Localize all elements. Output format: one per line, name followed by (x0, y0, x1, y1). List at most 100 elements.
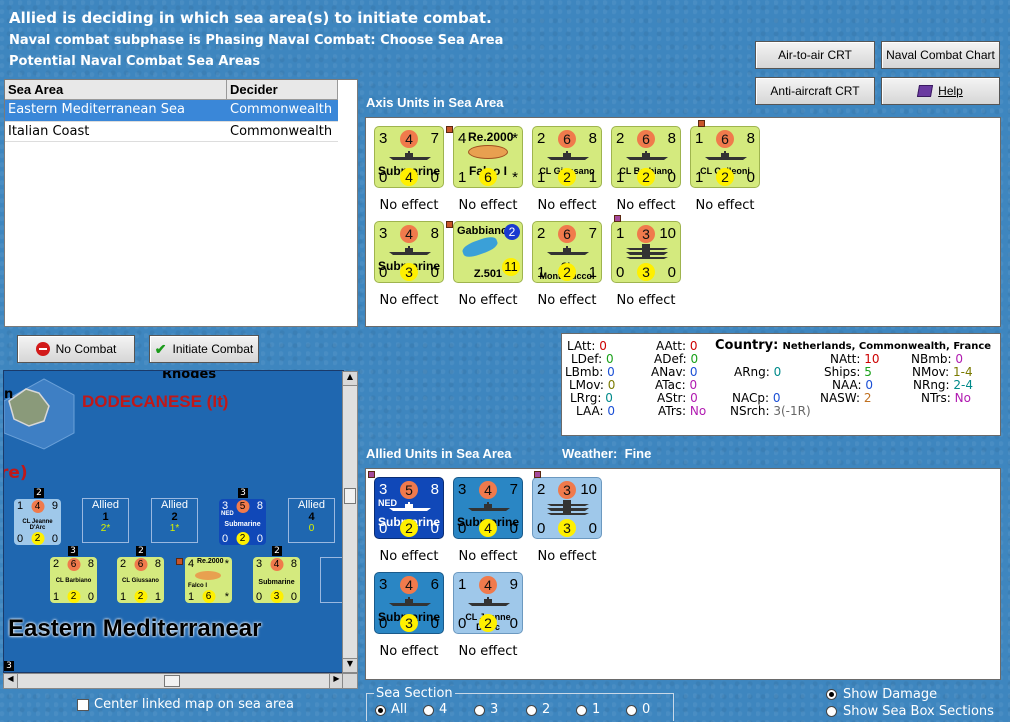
counter-stat: 1 (537, 169, 546, 186)
ship-silhouette-icon (626, 151, 668, 160)
table-row[interactable]: Italian Coast Commonwealth (5, 121, 338, 142)
axis-counter[interactable]: 268CL Giussano121 (532, 126, 602, 188)
axis-counter[interactable]: 1 3 10 0 3 0 (611, 221, 681, 283)
counter-defense-circle: 2 (400, 519, 418, 537)
allied-counter[interactable]: 149CL Jeanne D'Arc020 (453, 572, 523, 634)
allied-box-4[interactable]: Allied 4 0 (288, 498, 335, 543)
stat-lbmb: LBmb: 0 (565, 365, 615, 379)
map-counter-cl-giussano[interactable]: 268 CL Giussano 121 (117, 557, 164, 603)
counter-attack-circle: 6 (716, 130, 734, 148)
scroll-left-arrow-icon[interactable]: ◀ (4, 674, 18, 688)
allied-counter[interactable]: 346Submarine030 (374, 572, 444, 634)
combat-effect-label: No effect (458, 644, 518, 659)
center-map-label: Center linked map on sea area (94, 697, 294, 712)
counter-stat: 0 (430, 520, 439, 537)
axis-counter[interactable]: 267CL Montecuccol121 (532, 221, 602, 283)
stat-ntrs: NTrs: No (921, 391, 971, 405)
ship-silhouette-icon (468, 502, 510, 511)
axis-counter[interactable]: 347Submarine040 (374, 126, 444, 188)
no-entry-icon (35, 342, 50, 356)
counter-attack-circle: 4 (400, 225, 418, 243)
vertical-scroll-thumb[interactable] (344, 488, 356, 504)
counter-stat: 3 (379, 481, 388, 498)
unit-name: Z.501 (473, 268, 503, 280)
axis-counter[interactable]: 168CL Colleoni120 (690, 126, 760, 188)
allied-counter[interactable]: 358NEDSubmarine020 (374, 477, 444, 539)
show-damage-radio[interactable] (826, 689, 837, 700)
scroll-up-arrow-icon[interactable]: ▲ (343, 372, 357, 386)
counter-stat: 2 (537, 130, 546, 147)
show-sections-label: Show Sea Box Sections (843, 704, 994, 719)
sea-section-radio-2[interactable] (526, 705, 537, 716)
sea-section-radio-all[interactable] (375, 705, 386, 716)
axis-units-panel: 347Submarine040No effect4*Re.2000Falco I… (365, 117, 1001, 327)
naval-combat-chart-button[interactable]: Naval Combat Chart (881, 41, 1000, 69)
unit-marker (446, 126, 453, 133)
counter-stat: 0 (379, 264, 388, 281)
axis-counter[interactable]: 268CL Barbiano120 (611, 126, 681, 188)
map-counter-submarine[interactable]: 348 Submarine 030 (253, 557, 300, 603)
counter-defense-circle: 2 (558, 263, 576, 281)
air-to-air-crt-button[interactable]: Air-to-air CRT (755, 41, 875, 69)
no-combat-button[interactable]: No Combat (17, 335, 135, 363)
horizontal-scroll-thumb[interactable] (164, 675, 180, 687)
map-counter-re2000[interactable]: 4 Re.2000 * Falco I 1 6 * (185, 557, 232, 603)
fleet-silhouette-icon (547, 500, 589, 515)
table-row[interactable]: Eastern Mediterranean Sea Commonwealth (5, 100, 338, 121)
axis-counter[interactable]: 348Submarine030 (374, 221, 444, 283)
combat-effect-label: No effect (695, 198, 755, 213)
sea-section-radio-3[interactable] (474, 705, 485, 716)
scroll-down-arrow-icon[interactable]: ▼ (343, 658, 357, 672)
counter-stat: 1 (616, 225, 625, 242)
counter-defense-circle: 2 (637, 168, 655, 186)
initiate-combat-button[interactable]: ✔ Initiate Combat (149, 335, 259, 363)
counter-stat: 1 (588, 264, 597, 281)
counter-attack-circle: 4 (479, 576, 497, 594)
combat-effect-label: No effect (379, 644, 439, 659)
stat-lmov: LMov: 0 (569, 378, 616, 392)
axis-counter[interactable]: 4*Re.2000Falco I16* (453, 126, 523, 188)
counter-stat: 7 (509, 481, 518, 498)
map-horizontal-scrollbar[interactable]: ◀ ▶ (3, 673, 344, 689)
counter-defense-circle: 4 (479, 519, 497, 537)
allied-box-2[interactable]: Allied 2 1* (151, 498, 198, 543)
sea-section-radio-1[interactable] (576, 705, 587, 716)
allied-counter[interactable]: 2 3 10 0 3 0 (532, 477, 602, 539)
counter-stat: 1 (458, 576, 467, 593)
map-counter-cl-barbiano[interactable]: 268 CL Barbiano 120 (50, 557, 97, 603)
stack-count: 2 (272, 546, 282, 556)
map-vertical-scrollbar[interactable]: ▲ ▼ (342, 371, 358, 673)
allied-counter[interactable]: 347Submarine040 (453, 477, 523, 539)
stat-astr: AStr: 0 (657, 391, 698, 405)
stack-count: 3 (68, 546, 78, 556)
counter-stat: 0 (379, 615, 388, 632)
linked-map[interactable]: Rhodes n DODECANESE (It) re) 2 1 4 9 CL … (3, 370, 344, 673)
stat-anav: ANav: 0 (651, 365, 698, 379)
combat-effect-label: No effect (458, 549, 518, 564)
allied-box-1[interactable]: Allied 1 2* (82, 498, 129, 543)
counter-stat: 9 (509, 576, 518, 593)
checkmark-icon: ✔ (154, 340, 167, 357)
help-button[interactable]: Help (881, 77, 1000, 105)
show-sections-radio[interactable] (826, 706, 837, 717)
counter-stat: 4 (458, 130, 467, 147)
stat-atac: ATac: 0 (655, 378, 698, 392)
scroll-right-arrow-icon[interactable]: ▶ (329, 674, 343, 688)
anti-aircraft-crt-button[interactable]: Anti-aircraft CRT (755, 77, 875, 105)
sea-section-radio-4[interactable] (423, 705, 434, 716)
axis-counter[interactable]: Gabbiano 2 11 Z.501 (453, 221, 523, 283)
help-book-icon (917, 85, 934, 97)
map-counter-ned-submarine[interactable]: 3 5 8 NED Submarine 0 2 0 (219, 499, 266, 545)
counter-stat: 3 (379, 130, 388, 147)
counter-stat: 7 (430, 130, 439, 147)
counter-stat: 8 (430, 225, 439, 242)
counter-defense-circle: 4 (400, 168, 418, 186)
counter-stat: 2 (537, 225, 546, 242)
map-counter-cl-jeanne[interactable]: 1 4 9 CL Jeanne D'Arc 0 2 0 (14, 499, 61, 545)
counter-stat: * (512, 169, 518, 186)
counter-stat: 0 (430, 264, 439, 281)
sea-section-option-label: 3 (490, 702, 499, 717)
sea-section-radio-0[interactable] (626, 705, 637, 716)
scroll-corner (342, 673, 358, 689)
center-map-checkbox[interactable] (77, 699, 89, 711)
